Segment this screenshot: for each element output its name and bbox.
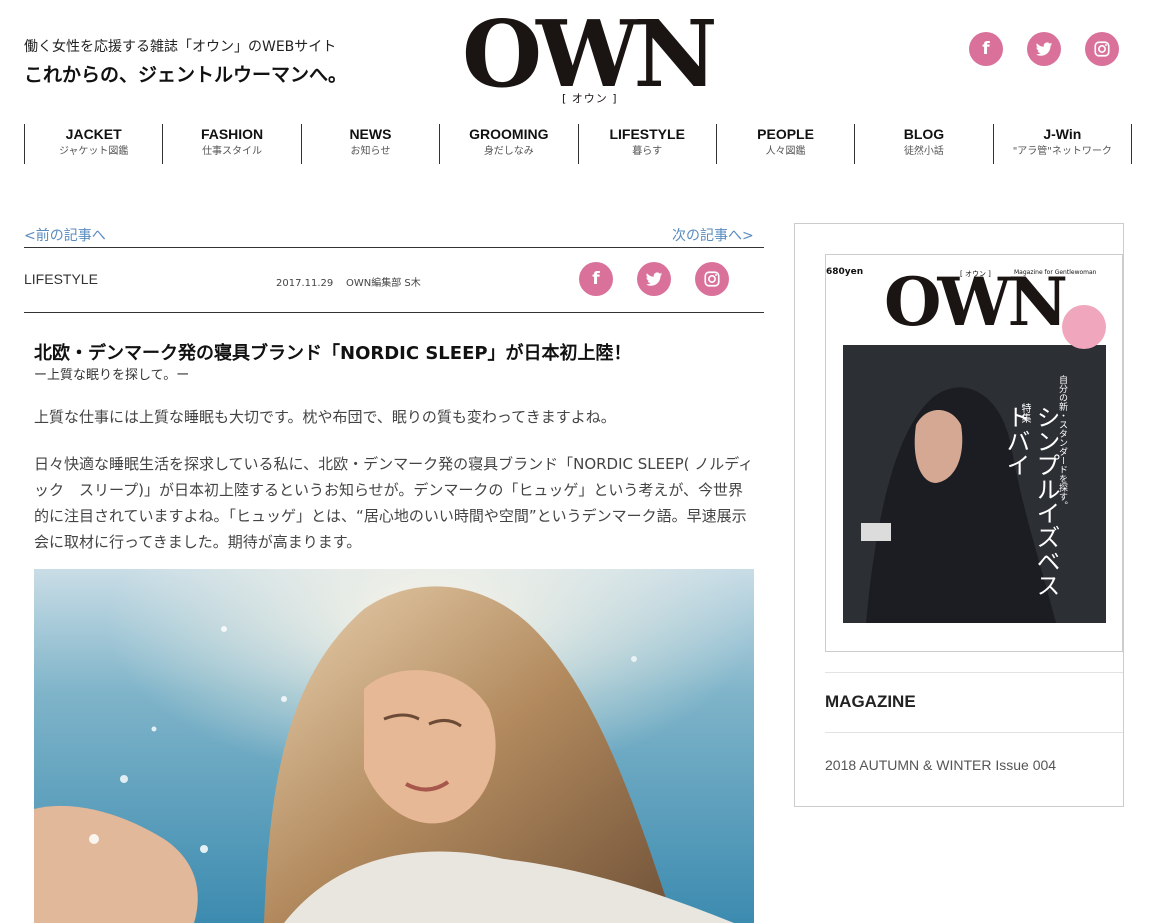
cover-feature-sub: 自分の新・スタンダードを探す。 <box>1057 375 1067 510</box>
share-instagram-icon[interactable] <box>695 262 729 296</box>
article-paragraph: 日々快適な睡眠生活を探求している私に、北欧・デンマーク発の寝具ブランド「NORD… <box>34 455 754 551</box>
article-paragraph: 上質な仕事には上質な睡眠も大切です。枕や布団で、眠りの質も変わってきますよね。 <box>34 408 616 426</box>
nav-item-blog[interactable]: BLOG 徒然小話 <box>854 124 992 164</box>
logo-wordmark: OWN <box>462 0 718 108</box>
divider <box>24 247 764 248</box>
article-meta: 2017.11.29 OWN編集部 S木 <box>276 274 421 289</box>
share-twitter-icon[interactable] <box>637 262 671 296</box>
divider <box>825 672 1123 673</box>
magazine-cover[interactable]: 680yen [ オウン ] Magazine for Gentlewoman … <box>825 254 1123 652</box>
cover-logo: OWN <box>884 263 1068 341</box>
cover-price: 680yen <box>826 267 864 277</box>
nav-item-people[interactable]: PEOPLE 人々図鑑 <box>715 124 854 164</box>
site-slogan: これからの、ジェントルウーマンへ。 <box>24 64 348 86</box>
divider <box>24 312 764 313</box>
main-nav: JACKET ジャケット図鑑 FASHION 仕事スタイル NEWS お知らせ GRO… <box>24 124 1132 164</box>
prev-article-link[interactable]: <前の記事へ <box>24 225 106 245</box>
instagram-icon[interactable] <box>1085 32 1119 66</box>
share-facebook-icon[interactable]: f <box>579 262 613 296</box>
magazine-heading: MAGAZINE <box>825 692 916 711</box>
article-subtitle: ー上質な眠りを探して。ー <box>34 368 190 383</box>
article-hero-image <box>34 569 754 923</box>
nav-item-jacket[interactable]: JACKET ジャケット図鑑 <box>24 124 162 164</box>
nav-item-lifestyle[interactable]: LIFESTYLE 暮らす <box>577 124 716 164</box>
nav-item-news[interactable]: NEWS お知らせ <box>300 124 439 164</box>
nav-item-jwin[interactable]: J-Win "アラ管"ネットワーク <box>992 124 1132 164</box>
article-date: 2017.11.29 <box>276 278 334 289</box>
logo-sub: [ オウン ] <box>562 92 618 105</box>
next-article-link[interactable]: 次の記事へ> <box>672 225 754 245</box>
article-category[interactable]: LIFESTYLE <box>24 271 98 287</box>
cover-feature-title: シンプルイズベストバイ <box>1002 405 1060 597</box>
nav-item-fashion[interactable]: FASHION 仕事スタイル <box>162 124 300 164</box>
divider <box>825 732 1123 733</box>
site-logo[interactable]: OWN [ オウン ] <box>462 8 718 106</box>
site-tagline: 働く女性を応援する雑誌「オウン」のWEBサイト <box>24 39 337 55</box>
facebook-icon[interactable]: f <box>969 32 1003 66</box>
twitter-icon[interactable] <box>1027 32 1061 66</box>
article-title: 北欧・デンマーク発の寝具ブランド「NORDIC SLEEP」が日本初上陸！ <box>34 343 632 364</box>
magazine-issue[interactable]: 2018 AUTUMN & WINTER Issue 004 <box>825 757 1056 773</box>
nav-item-grooming[interactable]: GROOMING 身だしなみ <box>439 124 577 164</box>
article-author: OWN編集部 S木 <box>345 278 421 289</box>
